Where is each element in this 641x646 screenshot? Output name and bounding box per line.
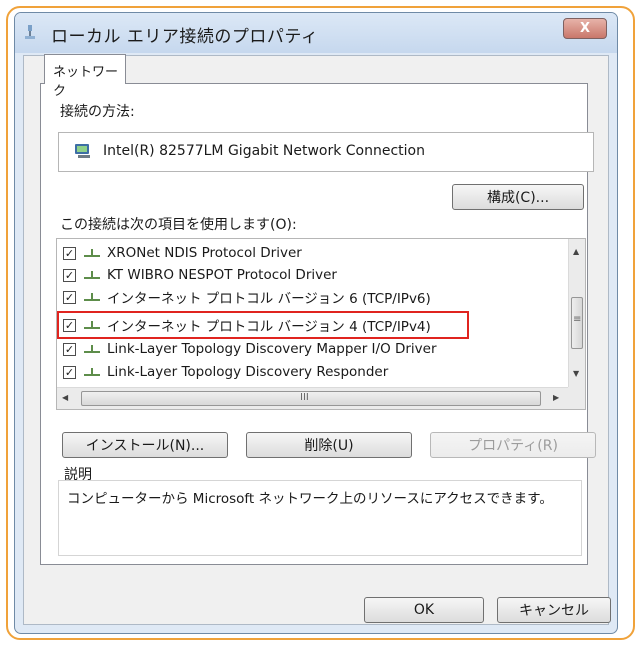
scroll-down-icon[interactable]: ▼ — [573, 369, 579, 378]
tab-network[interactable]: ネットワーク — [44, 54, 126, 99]
item-label: KT WIBRO NESPOT Protocol Driver — [107, 267, 337, 283]
protocol-icon — [84, 345, 100, 353]
protocol-icon — [84, 368, 100, 376]
protocol-icon — [84, 249, 100, 257]
item-label: XRONet NDIS Protocol Driver — [107, 245, 302, 261]
protocol-icon — [84, 293, 100, 301]
scroll-corner — [568, 387, 585, 409]
list-item[interactable]: ✓ Link-Layer Topology Discovery Responde… — [63, 361, 388, 383]
close-icon: X — [579, 21, 591, 36]
list-item[interactable]: ✓ KT WIBRO NESPOT Protocol Driver — [63, 264, 337, 286]
scroll-up-icon[interactable]: ▲ — [573, 247, 579, 256]
horizontal-scrollbar[interactable]: ◀ III ▶ — [57, 387, 569, 409]
network-icon — [25, 25, 35, 39]
vertical-scroll-thumb[interactable]: ≡ — [571, 297, 583, 349]
scroll-left-icon[interactable]: ◀ — [62, 393, 68, 402]
properties-button[interactable]: プロパティ(R) — [430, 432, 596, 458]
close-button[interactable]: X — [563, 18, 607, 39]
window-title: ローカル エリア接続のプロパティ — [51, 27, 319, 47]
install-button[interactable]: インストール(N)... — [62, 432, 228, 458]
list-item[interactable]: ✓ Link-Layer Topology Discovery Mapper I… — [63, 338, 437, 360]
item-label: インターネット プロトコル バージョン 6 (TCP/IPv6) — [107, 291, 431, 307]
protocol-icon — [84, 271, 100, 279]
adapter-field: Intel(R) 82577LM Gigabit Network Connect… — [58, 132, 594, 172]
checkbox[interactable]: ✓ — [63, 342, 76, 356]
network-adapter-icon — [75, 144, 90, 158]
list-item[interactable]: ✓ インターネット プロトコル バージョン 6 (TCP/IPv6) — [63, 286, 431, 308]
uninstall-button[interactable]: 削除(U) — [246, 432, 412, 458]
title-bar[interactable]: ローカル エリア接続のプロパティ X — [15, 13, 617, 53]
connect-using-label: 接続の方法: — [60, 104, 135, 120]
configure-button[interactable]: 構成(C)... — [452, 184, 584, 210]
items-label: この接続は次の項目を使用します(O): — [60, 217, 297, 233]
ok-button[interactable]: OK — [364, 597, 484, 623]
item-label: Link-Layer Topology Discovery Responder — [107, 364, 389, 380]
checkbox[interactable]: ✓ — [63, 365, 76, 379]
item-label: Link-Layer Topology Discovery Mapper I/O… — [107, 341, 437, 357]
selection-highlight-box — [57, 311, 469, 339]
cancel-button[interactable]: キャンセル — [497, 597, 611, 623]
checkbox[interactable]: ✓ — [63, 246, 76, 260]
description-text: コンピューターから Microsoft ネットワーク上のリソースにアクセスできま… — [67, 491, 553, 507]
vertical-scrollbar[interactable]: ▲ ≡ ▼ — [568, 239, 585, 387]
checkbox[interactable]: ✓ — [63, 268, 76, 282]
grip-icon: ≡ — [573, 314, 582, 325]
adapter-name: Intel(R) 82577LM Gigabit Network Connect… — [103, 143, 425, 159]
horizontal-scroll-thumb[interactable]: III — [81, 391, 541, 406]
description-box: コンピューターから Microsoft ネットワーク上のリソースにアクセスできま… — [58, 480, 582, 556]
list-item[interactable]: ✓ XRONet NDIS Protocol Driver — [63, 242, 302, 264]
grip-icon: III — [300, 392, 309, 403]
scroll-right-icon[interactable]: ▶ — [553, 393, 559, 402]
checkbox[interactable]: ✓ — [63, 290, 76, 304]
